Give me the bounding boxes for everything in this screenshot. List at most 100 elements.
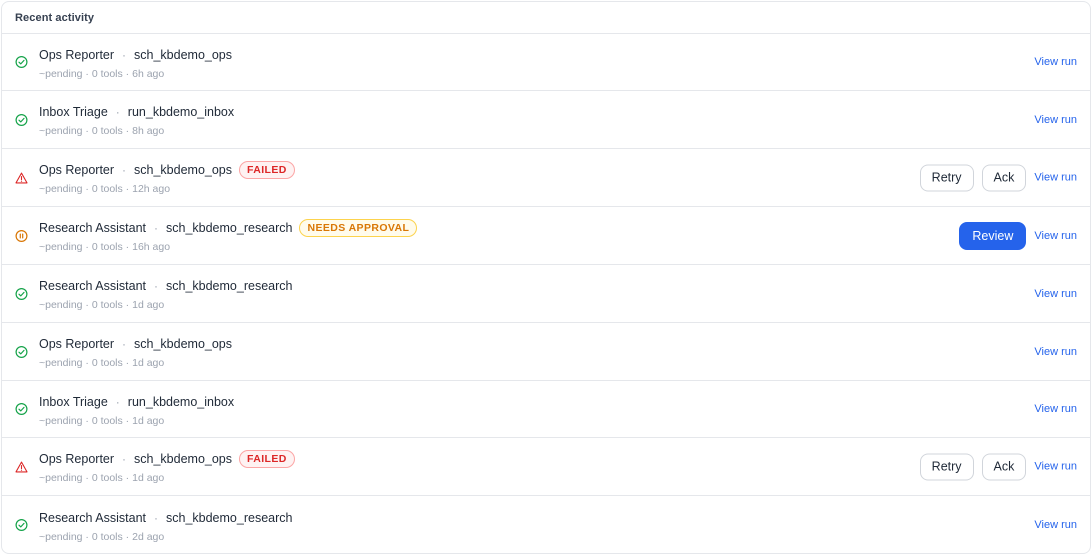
view-run-link[interactable]: View run	[1034, 346, 1077, 358]
agent-name: Research Assistant	[39, 279, 146, 293]
check-circle-icon	[15, 518, 28, 532]
agent-name: Research Assistant	[39, 221, 146, 235]
agent-name: Ops Reporter	[39, 452, 115, 466]
check-circle-icon	[15, 55, 28, 69]
row-content: Research Assistant · sch_kbdemo_research ~p…	[39, 265, 292, 322]
separator-dot: ·	[115, 394, 120, 409]
row-meta: ~pending · 0 tools · 1d ago	[39, 357, 165, 369]
agent-name: Inbox Triage	[39, 394, 108, 409]
row-actions: View run	[1034, 56, 1077, 68]
activity-list: Ops Reporter · sch_kbdemo_ops ~pending · 0 …	[2, 34, 1090, 553]
status-badge: FAILED	[239, 450, 295, 468]
activity-row: Inbox Triage · run_kbdemo_inbox ~pending · …	[2, 381, 1090, 438]
row-content: Research Assistant · sch_kbdemo_research ~p…	[39, 496, 292, 553]
row-content: Ops Reporter · sch_kbdemo_ops FAILED ~pendin…	[39, 438, 295, 495]
agent-name: Research Assistant	[39, 510, 146, 525]
review-button[interactable]: Review	[959, 221, 1027, 250]
row-meta: ~pending · 0 tools · 2d ago	[39, 530, 165, 543]
view-run-link[interactable]: View run	[1034, 114, 1077, 126]
view-run-link[interactable]: View run	[1034, 519, 1077, 531]
row-content: Ops Reporter · sch_kbdemo_ops ~pending · 0 …	[39, 323, 232, 380]
agent-name: Ops Reporter	[39, 163, 115, 177]
check-circle-icon	[15, 287, 28, 300]
row-meta: ~pending · 0 tools · 1d ago	[39, 299, 165, 311]
warning-triangle-icon	[15, 171, 28, 184]
row-content: Inbox Triage · run_kbdemo_inbox ~pending · …	[39, 91, 234, 148]
row-actions: View run	[1034, 288, 1077, 300]
row-content: Research Assistant · sch_kbdemo_research NE…	[39, 207, 418, 264]
activity-row: Ops Reporter · sch_kbdemo_ops ~pending · 0 …	[2, 34, 1090, 91]
agent-name: Ops Reporter	[39, 337, 115, 351]
retry-button[interactable]: Retry	[919, 453, 974, 480]
separator-dot: ·	[154, 510, 158, 525]
activity-row: Ops Reporter · sch_kbdemo_ops ~pending · 0 …	[2, 323, 1090, 381]
retry-button[interactable]: Retry	[919, 164, 974, 191]
panel-header: Recent activity	[2, 2, 1090, 34]
panel-title: Recent activity	[15, 11, 95, 24]
agent-name: Ops Reporter	[39, 47, 115, 62]
schedule-id: sch_kbdemo_ops	[134, 452, 233, 466]
separator-dot: ·	[122, 337, 127, 351]
ack-button[interactable]: Ack	[981, 453, 1027, 480]
row-content: Ops Reporter · sch_kbdemo_ops ~pending · 0 …	[39, 34, 232, 90]
row-title: Ops Reporter · sch_kbdemo_ops	[39, 45, 232, 65]
row-meta: ~pending · 0 tools · 16h ago	[39, 241, 171, 253]
check-circle-icon	[15, 113, 28, 126]
schedule-id: sch_kbdemo_ops	[134, 163, 233, 177]
view-run-link[interactable]: View run	[1034, 56, 1077, 68]
view-run-link[interactable]: View run	[1034, 172, 1077, 184]
row-title: Ops Reporter · sch_kbdemo_ops FAILED	[39, 449, 295, 469]
schedule-id: run_kbdemo_inbox	[127, 105, 235, 119]
check-circle-icon	[15, 345, 28, 358]
schedule-id: sch_kbdemo_research	[166, 279, 293, 293]
status-badge: FAILED	[239, 161, 295, 179]
row-actions: View run	[1034, 346, 1077, 358]
row-meta: ~pending · 0 tools · 12h ago	[39, 183, 171, 195]
activity-row: Research Assistant · sch_kbdemo_research ~p…	[2, 265, 1090, 323]
row-content: Inbox Triage · run_kbdemo_inbox ~pending · …	[39, 381, 234, 437]
row-actions: View run	[1034, 519, 1077, 531]
schedule-id: sch_kbdemo_research	[166, 510, 293, 525]
row-meta: ~pending · 0 tools · 8h ago	[39, 125, 165, 137]
row-actions: View run	[1034, 403, 1077, 415]
agent-name: Inbox Triage	[39, 105, 108, 119]
warning-triangle-icon	[15, 460, 28, 473]
view-run-link[interactable]: View run	[1034, 461, 1077, 473]
row-meta: ~pending · 0 tools · 1d ago	[39, 414, 165, 427]
row-actions: Retry Ack View run	[919, 453, 1077, 480]
schedule-id: run_kbdemo_inbox	[127, 394, 235, 409]
status-badge: NEEDS APPROVAL	[299, 219, 418, 237]
activity-row: Ops Reporter · sch_kbdemo_ops FAILED ~pendin…	[2, 438, 1090, 496]
schedule-id: sch_kbdemo_ops	[134, 47, 233, 62]
row-title: Ops Reporter · sch_kbdemo_ops FAILED	[39, 160, 295, 180]
separator-dot: ·	[115, 105, 120, 119]
row-title: Inbox Triage · run_kbdemo_inbox	[39, 102, 234, 122]
row-meta: ~pending · 0 tools · 1d ago	[39, 472, 165, 484]
recent-activity-panel: Recent activity Ops Reporter · sch_kbdemo_…	[1, 1, 1091, 554]
row-content: Ops Reporter · sch_kbdemo_ops FAILED ~pendin…	[39, 149, 295, 206]
separator-dot: ·	[122, 452, 127, 466]
separator-dot: ·	[154, 221, 158, 235]
view-run-link[interactable]: View run	[1034, 288, 1077, 300]
separator-dot: ·	[122, 47, 127, 62]
pause-circle-icon	[15, 229, 28, 242]
schedule-id: sch_kbdemo_research	[166, 221, 293, 235]
row-title: Ops Reporter · sch_kbdemo_ops	[39, 334, 232, 354]
check-circle-icon	[15, 402, 28, 416]
row-title: Research Assistant · sch_kbdemo_research	[39, 276, 292, 296]
activity-row: Research Assistant · sch_kbdemo_research ~p…	[2, 496, 1090, 553]
activity-row: Inbox Triage · run_kbdemo_inbox ~pending · …	[2, 91, 1090, 149]
schedule-id: sch_kbdemo_ops	[134, 337, 233, 351]
separator-dot: ·	[154, 279, 158, 293]
separator-dot: ·	[122, 163, 127, 177]
row-meta: ~pending · 0 tools · 6h ago	[39, 67, 165, 80]
view-run-link[interactable]: View run	[1034, 403, 1077, 415]
view-run-link[interactable]: View run	[1034, 230, 1077, 242]
row-title: Inbox Triage · run_kbdemo_inbox	[39, 392, 234, 412]
activity-row: Research Assistant · sch_kbdemo_research NE…	[2, 207, 1090, 265]
row-title: Research Assistant · sch_kbdemo_research NE…	[39, 218, 418, 238]
activity-row: Ops Reporter · sch_kbdemo_ops FAILED ~pendin…	[2, 149, 1090, 207]
ack-button[interactable]: Ack	[981, 164, 1027, 191]
row-title: Research Assistant · sch_kbdemo_research	[39, 508, 292, 528]
row-actions: Retry Ack View run	[919, 164, 1077, 191]
